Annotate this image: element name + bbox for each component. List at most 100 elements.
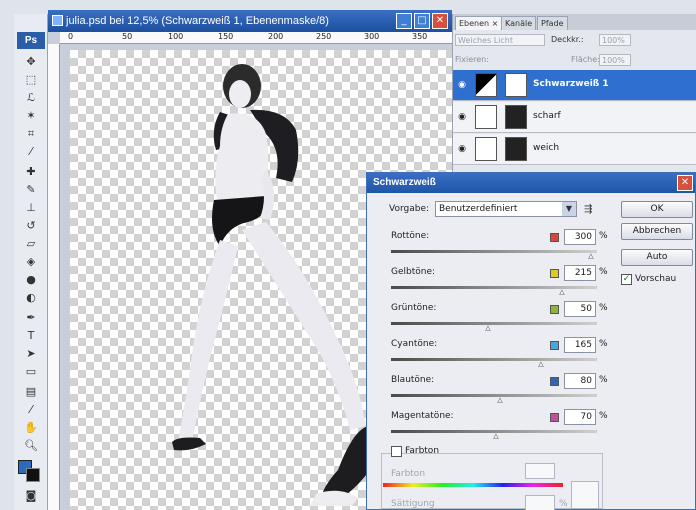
healing-tool-icon[interactable]: ✚: [22, 164, 40, 180]
chevron-down-icon: ▼: [562, 202, 576, 216]
ruler-label: 300: [364, 32, 380, 41]
slider-color-swatch: [550, 269, 559, 278]
quick-mask-icon[interactable]: ◙: [22, 488, 40, 504]
layer-name: scharf: [533, 111, 561, 121]
slider-thumb[interactable]: △: [537, 361, 545, 368]
zoom-tool-icon[interactable]: 🔍︎: [22, 438, 40, 454]
slider-track[interactable]: [391, 250, 597, 253]
hue-input[interactable]: [525, 463, 555, 479]
layer-mask-thumbnail: [505, 73, 527, 97]
type-tool-icon[interactable]: T: [22, 328, 40, 344]
history-brush-tool-icon[interactable]: ↺: [22, 218, 40, 234]
layers-panel: Ebenen × Kanäle Pfade Weiches Licht Deck…: [452, 14, 696, 174]
slider-thumb[interactable]: △: [492, 433, 500, 440]
tab-ebenen[interactable]: Ebenen ×: [455, 16, 503, 30]
slider-percent-sign: %: [599, 267, 608, 277]
hand-tool-icon[interactable]: ✋: [22, 420, 40, 436]
ruler-label: 150: [218, 32, 234, 41]
tint-checkbox[interactable]: [391, 446, 402, 457]
slider-value-input[interactable]: 70: [564, 409, 596, 425]
ruler-label: 0: [68, 32, 74, 41]
slider-value-input[interactable]: 50: [564, 301, 596, 317]
auto-button[interactable]: Auto: [621, 249, 693, 266]
preset-value: Benutzerdefiniert: [439, 204, 518, 214]
screen-mode-icon[interactable]: ▭: [22, 506, 40, 510]
shape-tool-icon[interactable]: ▭: [22, 364, 40, 380]
slider-track[interactable]: [391, 358, 597, 361]
slider-label: Gelbtöne:: [391, 267, 436, 277]
tint-label: Farbton: [405, 446, 440, 456]
eyedropper-tool-icon[interactable]: ⁄: [22, 402, 40, 418]
bucket-tool-icon[interactable]: ◈: [22, 254, 40, 270]
layer-row-schwarzweiss[interactable]: ◉ Schwarzweiß 1: [453, 70, 696, 101]
path-select-tool-icon[interactable]: ➤: [22, 346, 40, 362]
photoshop-logo: Ps: [17, 32, 45, 49]
document-icon: [52, 15, 63, 26]
ruler-label: 200: [268, 32, 284, 41]
layer-mask-thumbnail: [505, 137, 527, 161]
dialog-close-button[interactable]: ✕: [677, 175, 693, 191]
slider-value-input[interactable]: 80: [564, 373, 596, 389]
slider-label: Magentatöne:: [391, 411, 454, 421]
ok-button[interactable]: OK: [621, 201, 693, 218]
layer-name: weich: [533, 143, 560, 153]
slider-thumb[interactable]: △: [496, 397, 504, 404]
document-title-bar[interactable]: julia.psd bei 12,5% (Schwarzweiß 1, Eben…: [48, 10, 452, 32]
preset-select[interactable]: Benutzerdefiniert ▼: [435, 201, 577, 217]
crop-tool-icon[interactable]: ⌗: [22, 126, 40, 142]
blend-mode-select[interactable]: Weiches Licht: [455, 34, 545, 46]
marquee-tool-icon[interactable]: ⬚: [22, 72, 40, 88]
layer-row-scharf[interactable]: ◉ scharf: [453, 102, 696, 133]
move-tool-icon[interactable]: ✥: [22, 54, 40, 70]
stamp-tool-icon[interactable]: ⊥: [22, 200, 40, 216]
horizontal-ruler: 0 50 100 150 200 250 300 350: [60, 32, 452, 44]
tab-kanaele[interactable]: Kanäle: [501, 16, 537, 30]
layer-row-weich[interactable]: ◉ weich: [453, 134, 696, 165]
fill-label: Fläche:: [571, 55, 600, 64]
maximize-button[interactable]: □: [414, 13, 430, 29]
ruler-label: 50: [122, 32, 133, 41]
minimize-button[interactable]: _: [396, 13, 412, 29]
slider-thumb[interactable]: △: [484, 325, 492, 332]
visibility-eye-icon[interactable]: ◉: [456, 111, 468, 123]
close-button[interactable]: ✕: [432, 13, 448, 29]
slider-label: Cyantöne:: [391, 339, 438, 349]
slider-value-input[interactable]: 215: [564, 265, 596, 281]
background-color-swatch[interactable]: [26, 468, 40, 482]
slider-track[interactable]: [391, 394, 597, 397]
hue-gradient-bar[interactable]: [383, 483, 563, 487]
fill-input[interactable]: 100%: [599, 54, 631, 66]
slider-percent-sign: %: [599, 411, 608, 421]
notes-tool-icon[interactable]: ▤: [22, 384, 40, 400]
slider-thumb[interactable]: △: [558, 289, 566, 296]
slider-track[interactable]: [391, 286, 597, 289]
cancel-button[interactable]: Abbrechen: [621, 223, 693, 240]
lasso-tool-icon[interactable]: ℒ: [22, 90, 40, 106]
visibility-eye-icon[interactable]: ◉: [456, 79, 468, 91]
blur-tool-icon[interactable]: ●: [22, 272, 40, 288]
preset-options-icon[interactable]: ⇶: [584, 204, 592, 215]
dialog-title[interactable]: Schwarzweiß: [367, 173, 695, 193]
saturation-input[interactable]: [525, 495, 555, 510]
preview-checkbox[interactable]: ✓: [621, 274, 632, 285]
slider-track[interactable]: [391, 322, 597, 325]
slider-color-swatch: [550, 305, 559, 314]
opacity-label: Deckkr.:: [551, 35, 584, 44]
dodge-tool-icon[interactable]: ◐: [22, 290, 40, 306]
saturation-label: Sättigung: [391, 499, 435, 509]
tab-pfade[interactable]: Pfade: [537, 16, 568, 30]
eraser-tool-icon[interactable]: ▱: [22, 236, 40, 252]
pen-tool-icon[interactable]: ✒: [22, 310, 40, 326]
slider-value-input[interactable]: 300: [564, 229, 596, 245]
tint-color-swatch[interactable]: [571, 481, 599, 509]
slider-label: Rottöne:: [391, 231, 430, 241]
slider-value-input[interactable]: 165: [564, 337, 596, 353]
adjustment-layer-icon: [475, 73, 497, 97]
slice-tool-icon[interactable]: ⁄: [22, 144, 40, 160]
slider-percent-sign: %: [599, 339, 608, 349]
visibility-eye-icon[interactable]: ◉: [456, 143, 468, 155]
brush-tool-icon[interactable]: ✎: [22, 182, 40, 198]
opacity-input[interactable]: 100%: [599, 34, 631, 46]
slider-thumb[interactable]: △: [587, 253, 595, 260]
magic-wand-tool-icon[interactable]: ✶: [22, 108, 40, 124]
